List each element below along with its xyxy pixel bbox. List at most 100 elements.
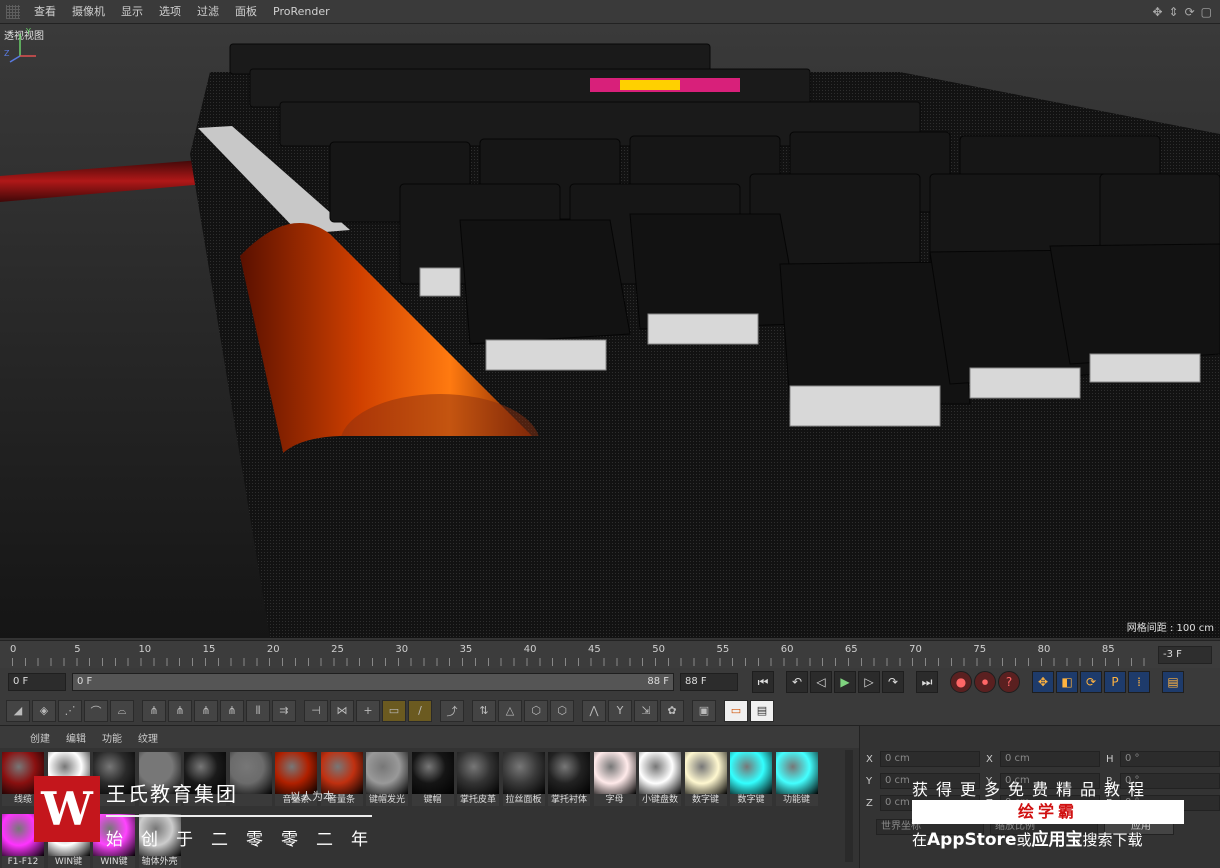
frame-range-slider[interactable]: 0 F 88 F [72, 673, 674, 691]
material-swatch[interactable]: 掌托皮革 [457, 752, 499, 808]
material-menu-function[interactable]: 功能 [94, 730, 130, 745]
key-pla-icon[interactable]: ⁞ [1128, 671, 1150, 693]
company-name: 王氏教育集团 [106, 782, 238, 806]
max-frame-field[interactable]: 88 F [680, 673, 738, 691]
motion-clip-icon[interactable]: ◈ [32, 699, 56, 722]
key-step-icon[interactable]: ⊣ [304, 699, 328, 722]
layer-icon[interactable]: ▣ [692, 699, 716, 722]
timeline-window-icon[interactable]: ▤ [1162, 671, 1184, 693]
size-x-field[interactable]: 0 cm [1000, 751, 1100, 767]
rotate-view-icon[interactable]: ⟳ [1185, 5, 1195, 19]
prev-frame-icon[interactable]: ◁ [810, 671, 832, 693]
key-tool-5-icon[interactable]: ⫴ [246, 699, 270, 722]
company-logo: W [34, 776, 100, 842]
material-preview [593, 752, 636, 794]
key-tool-1-icon[interactable]: ⋔ [142, 699, 166, 722]
material-preview [730, 752, 772, 794]
prev-key-icon[interactable]: ↶ [786, 671, 808, 693]
curve-ease-icon[interactable]: ⌓ [110, 699, 134, 722]
tangent-c-icon[interactable]: ⇲ [634, 699, 658, 722]
material-swatch[interactable]: 小键盘数 [639, 752, 681, 808]
current-frame-field[interactable]: 0 F [8, 673, 66, 691]
key-mirror-icon[interactable]: ⋈ [330, 699, 354, 722]
motion-graph-icon[interactable]: ⋰ [58, 699, 82, 722]
tangent-a-icon[interactable]: ⋀ [582, 699, 606, 722]
material-menu-create[interactable]: 创建 [22, 730, 58, 745]
key-scale-icon[interactable]: ◧ [1056, 671, 1078, 693]
menu-panel[interactable]: 面板 [227, 0, 265, 24]
material-menu: 创建 编辑 功能 纹理 [0, 726, 859, 748]
material-swatch[interactable]: 字母 [593, 752, 636, 808]
autokey-icon[interactable]: ⏺ [974, 671, 996, 693]
go-to-start-icon[interactable]: ⏮ [752, 671, 774, 693]
timeline-tick-label: 30 [395, 644, 409, 655]
key-triangle-icon[interactable]: △ [498, 699, 522, 722]
material-swatch[interactable]: 键帽 [411, 752, 454, 808]
curve-linear-icon[interactable]: ⌒ [84, 699, 108, 722]
material-label: 键帽 [411, 794, 454, 806]
play-icon[interactable]: ▶ [834, 671, 856, 693]
ruler-icon[interactable]: ▭ [382, 699, 406, 722]
menu-filter[interactable]: 过滤 [189, 0, 227, 24]
move-view-icon[interactable]: ✥ [1152, 5, 1162, 19]
key-add-icon[interactable]: + [356, 699, 380, 722]
key-rotation-icon[interactable]: ⟳ [1080, 671, 1102, 693]
material-swatch[interactable]: 功能键 [775, 752, 818, 808]
document-icon[interactable]: ▤ [750, 699, 774, 722]
timeline-frame-field[interactable]: -3 F [1158, 646, 1212, 664]
material-label: 数字键 [730, 794, 772, 806]
key-tool-4-icon[interactable]: ⋔ [220, 699, 244, 722]
transport-bar: 0 F 0 F 88 F 88 F ⏮ ↶ ◁ ▶ ▷ ↷ ⏭ ● ⏺ ? ✥ … [0, 668, 1220, 696]
key-cube2-icon[interactable]: ⬡ [550, 699, 574, 722]
next-key-icon[interactable]: ↷ [882, 671, 904, 693]
brush-icon[interactable]: / [408, 699, 432, 722]
key-cube-icon[interactable]: ⬡ [524, 699, 548, 722]
material-scrollbar[interactable] [845, 750, 853, 862]
timeline-tick-label: 15 [202, 644, 216, 655]
menu-options[interactable]: 选项 [151, 0, 189, 24]
timeline-tick-label: 45 [588, 644, 601, 655]
material-menu-edit[interactable]: 编辑 [58, 730, 94, 745]
motion-record-icon[interactable]: ◢ [6, 699, 30, 722]
timeline-ruler[interactable]: 0 5 10 15 20 25 30 35 40 45 50 55 60 65 70 75 80 85 -3 F [0, 640, 1220, 668]
material-swatch[interactable]: 键帽发光 [366, 752, 408, 808]
material-swatch[interactable]: 拉丝面板 [502, 752, 545, 808]
key-param-icon[interactable]: P [1104, 671, 1126, 693]
material-label: 字母 [593, 794, 636, 806]
menu-camera[interactable]: 摄像机 [64, 0, 113, 24]
tangent-b-icon[interactable]: Y [608, 699, 632, 722]
rot-h-field[interactable]: 0 ° [1120, 751, 1220, 767]
pos-x-field[interactable]: 0 cm [880, 751, 980, 767]
key-position-icon[interactable]: ✥ [1032, 671, 1054, 693]
record-icon[interactable]: ● [950, 671, 972, 693]
palm-rest [270, 436, 668, 638]
menu-view[interactable]: 查看 [26, 0, 64, 24]
menu-display[interactable]: 显示 [113, 0, 151, 24]
material-menu-texture[interactable]: 纹理 [130, 730, 166, 745]
tangent-d-icon[interactable]: ✿ [660, 699, 684, 722]
toggle-view-icon[interactable]: ▢ [1201, 5, 1212, 19]
material-swatch[interactable]: 数字键 [684, 752, 727, 808]
grip-icon[interactable] [6, 4, 20, 19]
perspective-viewport[interactable]: 透视视图 网格间距 : 100 cm Y Z [0, 24, 1220, 638]
key-tool-6-icon[interactable]: ⇉ [272, 699, 296, 722]
material-label: F1-F12 [2, 856, 44, 868]
timeline-tick-label: 65 [844, 644, 858, 655]
timeline-tick-label: 85 [1101, 644, 1115, 655]
key-reduce-icon[interactable]: ⇅ [472, 699, 496, 722]
timeline-tick-label: 25 [331, 644, 344, 655]
go-to-end-icon[interactable]: ⏭ [916, 671, 938, 693]
folder-icon[interactable]: ▭ [724, 699, 748, 722]
material-swatch[interactable]: 数字键 [730, 752, 772, 808]
material-label: 掌托皮革 [457, 794, 499, 806]
key-tool-2-icon[interactable]: ⋔ [168, 699, 192, 722]
timeline-tick-label: 20 [266, 644, 280, 655]
material-swatch[interactable]: 掌托衬体 [548, 752, 590, 808]
zoom-view-icon[interactable]: ⇕ [1169, 5, 1179, 19]
material-preview [411, 752, 454, 794]
next-frame-icon[interactable]: ▷ [858, 671, 880, 693]
attach-key-icon[interactable]: ⤴ [440, 699, 464, 722]
key-tool-3-icon[interactable]: ⋔ [194, 699, 218, 722]
keyframe-help-icon[interactable]: ? [998, 671, 1020, 693]
menu-prorender[interactable]: ProRender [265, 0, 338, 24]
